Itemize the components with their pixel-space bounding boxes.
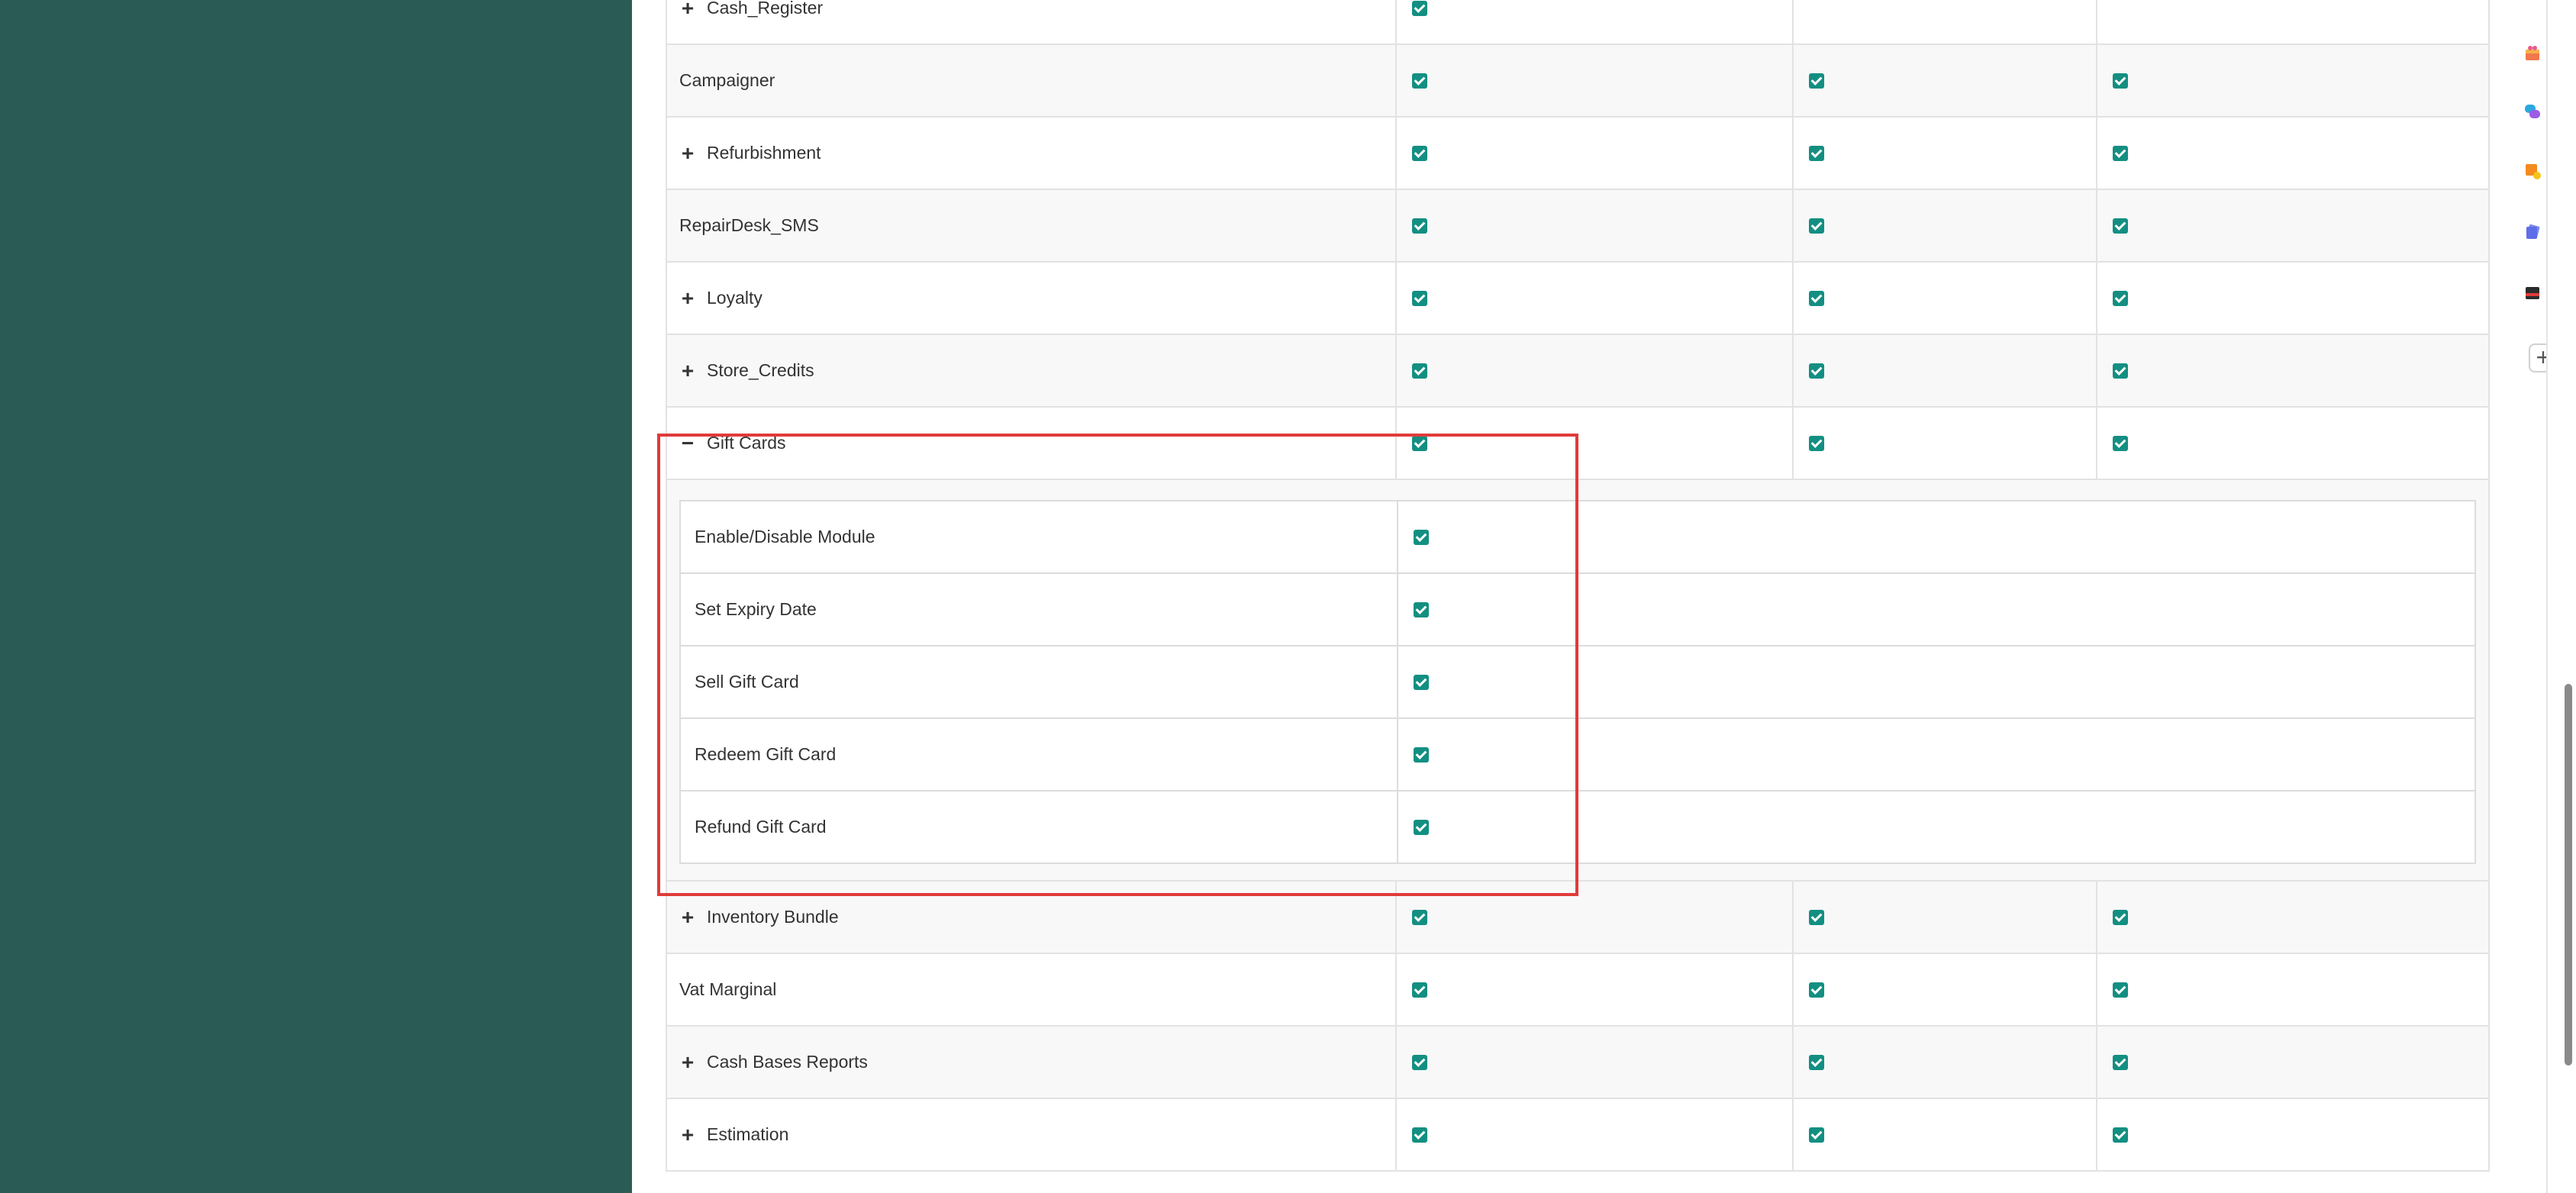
permission-checkbox[interactable]	[1412, 909, 1427, 925]
table-row: + Inventory Bundle	[666, 882, 2490, 954]
sub-permission-checkbox[interactable]	[1414, 819, 1429, 835]
expand-toggle[interactable]: +	[679, 360, 696, 382]
permission-checkbox[interactable]	[2113, 363, 2128, 379]
table-row: + Refurbishment	[666, 118, 2490, 190]
permission-checkbox[interactable]	[1412, 145, 1427, 161]
sub-permission-label: Refund Gift Card	[695, 817, 827, 837]
expand-toggle[interactable]: +	[679, 142, 696, 164]
module-label: Vat Marginal	[679, 979, 777, 999]
permission-checkbox[interactable]	[2113, 145, 2128, 161]
sub-permission-label: Set Expiry Date	[695, 599, 817, 619]
sub-permission-checkbox[interactable]	[1414, 529, 1429, 545]
permission-checkbox[interactable]	[1412, 982, 1427, 998]
expand-toggle[interactable]: +	[679, 906, 696, 928]
left-sidebar-panel	[0, 0, 632, 1193]
permission-checkbox[interactable]	[2113, 290, 2128, 306]
permission-checkbox[interactable]	[1809, 1054, 1824, 1070]
permission-checkbox[interactable]	[1809, 909, 1824, 925]
sub-permission-label: Enable/Disable Module	[695, 527, 875, 547]
permission-checkbox[interactable]	[2113, 73, 2128, 89]
table-row: + Estimation	[666, 1099, 2490, 1172]
table-row: RepairDesk_SMS	[666, 190, 2490, 263]
table-row: Vat Marginal	[666, 954, 2490, 1027]
notes-app-icon[interactable]	[2523, 162, 2542, 180]
permission-checkbox[interactable]	[1412, 1127, 1427, 1143]
sub-permission-checkbox[interactable]	[1414, 674, 1429, 690]
module-label: Cash_Register	[707, 0, 824, 18]
permission-checkbox[interactable]	[1412, 0, 1427, 16]
collapse-toggle[interactable]: −	[679, 432, 696, 454]
permission-checkbox[interactable]	[1809, 145, 1824, 161]
permissions-content: + Cash_Register Campaigner + Refurbishme…	[632, 0, 2517, 1193]
sub-permission-checkbox[interactable]	[1414, 746, 1429, 763]
sub-permission-label: Sell Gift Card	[695, 672, 799, 692]
permission-checkbox[interactable]	[2113, 435, 2128, 451]
expand-toggle[interactable]: +	[679, 0, 696, 19]
expand-toggle[interactable]: +	[679, 1051, 696, 1073]
table-row: + Loyalty	[666, 263, 2490, 335]
gift-app-icon[interactable]	[2523, 44, 2542, 63]
permission-checkbox[interactable]	[1412, 73, 1427, 89]
permission-checkbox[interactable]	[1809, 363, 1824, 379]
wallet-app-icon[interactable]	[2523, 284, 2542, 302]
permission-checkbox[interactable]	[1412, 290, 1427, 306]
permission-checkbox[interactable]	[1809, 218, 1824, 234]
permission-checkbox[interactable]	[1809, 1127, 1824, 1143]
gift-cards-subpanel: Enable/Disable Module Set Expiry Date Se…	[666, 480, 2490, 882]
table-row: + Cash Bases Reports	[666, 1027, 2490, 1099]
scrollbar-thumb[interactable]	[2565, 684, 2572, 1066]
module-label: Loyalty	[707, 288, 762, 308]
sub-permission-checkbox[interactable]	[1414, 601, 1429, 617]
permission-checkbox[interactable]	[1809, 435, 1824, 451]
table-row: + Store_Credits	[666, 335, 2490, 408]
permission-checkbox[interactable]	[1412, 218, 1427, 234]
permission-checkbox[interactable]	[2113, 909, 2128, 925]
expand-toggle[interactable]: +	[679, 1124, 696, 1146]
permission-checkbox[interactable]	[1809, 290, 1824, 306]
module-label: Cash Bases Reports	[707, 1052, 868, 1072]
permission-checkbox[interactable]	[1412, 363, 1427, 379]
module-label: Estimation	[707, 1124, 789, 1144]
permission-checkbox[interactable]	[2113, 218, 2128, 234]
gift-cards-subtable: Enable/Disable Module Set Expiry Date Se…	[679, 500, 2476, 864]
permission-checkbox[interactable]	[1809, 982, 1824, 998]
module-label: Campaigner	[679, 70, 775, 90]
permission-checkbox[interactable]	[1412, 1054, 1427, 1070]
table-row: + Cash_Register	[666, 0, 2490, 45]
module-label: Refurbishment	[707, 143, 821, 163]
right-app-rail	[2517, 0, 2546, 1193]
module-label: Gift Cards	[707, 433, 786, 453]
table-row-gift-cards: − Gift Cards	[666, 408, 2490, 480]
sub-permission-row: Enable/Disable Module	[681, 501, 2474, 574]
module-label: Inventory Bundle	[707, 907, 839, 927]
sub-permission-row: Refund Gift Card	[681, 792, 2474, 863]
permission-checkbox[interactable]	[1412, 435, 1427, 451]
sub-permission-row: Set Expiry Date	[681, 574, 2474, 646]
permissions-table: + Cash_Register Campaigner + Refurbishme…	[666, 0, 2490, 1172]
permission-checkbox[interactable]	[1809, 73, 1824, 89]
permission-checkbox[interactable]	[2113, 1127, 2128, 1143]
chat-app-icon[interactable]	[2523, 102, 2542, 121]
module-label: Store_Credits	[707, 360, 814, 380]
table-row: Campaigner	[666, 45, 2490, 118]
vertical-scrollbar[interactable]	[2546, 0, 2576, 1193]
expand-toggle[interactable]: +	[679, 287, 696, 309]
permission-checkbox[interactable]	[2113, 1054, 2128, 1070]
sub-permission-label: Redeem Gift Card	[695, 744, 837, 764]
module-label: RepairDesk_SMS	[679, 215, 819, 235]
sub-permission-row: Sell Gift Card	[681, 646, 2474, 719]
sub-permission-row: Redeem Gift Card	[681, 719, 2474, 792]
permission-checkbox[interactable]	[2113, 982, 2128, 998]
cards-app-icon[interactable]	[2523, 223, 2542, 241]
